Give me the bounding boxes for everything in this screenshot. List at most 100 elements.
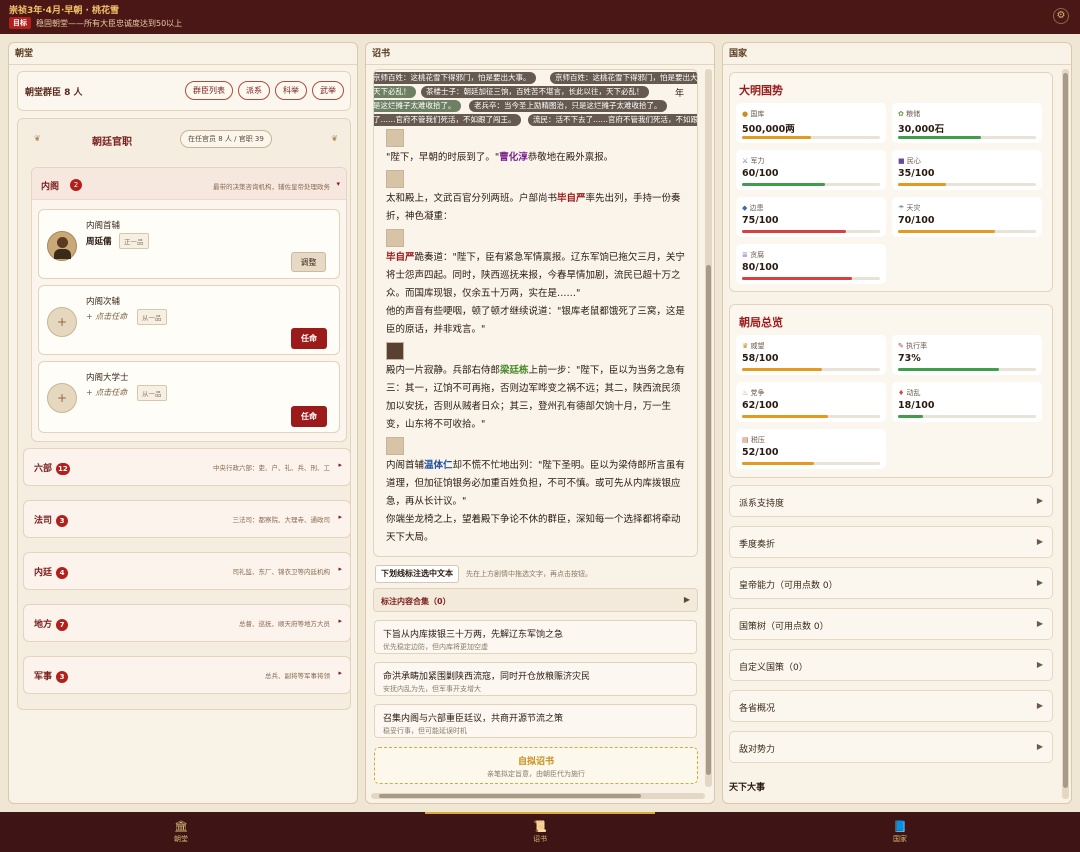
minister-list-button[interactable]: 群臣列表	[185, 81, 233, 100]
dept-fasi[interactable]: 法司 3 三法司：都察院、大理寺、通政司 ▸	[23, 500, 351, 538]
rank-badge: 正一品	[119, 233, 149, 249]
stat-label: ≣ 贪腐	[742, 251, 765, 259]
stat-unrest: ♦ 动乱 18/100	[892, 382, 1042, 422]
stat-value: 62/100	[742, 400, 779, 411]
accordion-custom-policy[interactable]: 自定义国策（0） ▶	[729, 649, 1053, 681]
dept-junshi[interactable]: 军事 3 总兵、副将等军事将领 ▸	[23, 656, 351, 694]
post-title: 内阁次辅	[86, 297, 121, 307]
dept-liubu[interactable]: 六部 12 中央行政六部：吏、户、礼、兵、刑、工 ▸	[23, 448, 351, 486]
stat-value: 18/100	[898, 400, 935, 411]
choice-sub: 安抚内乱为先，但军事开支增大	[383, 685, 481, 693]
edict-choice[interactable]: 下旨从内库拨银三十万两，先解辽东军饷之急 优先稳定边防，但内库将更加空虚	[374, 620, 697, 654]
expand-arrow-icon[interactable]: ▸	[338, 461, 342, 469]
horizontal-scrollbar[interactable]	[371, 793, 705, 799]
custom-edict-sub: 亲笔拟定旨意，由朝臣代为施行	[487, 770, 585, 778]
story-paragraph: 你端坐龙椅之上，望着殿下争论不休的群臣，深知每一个选择都将牵动天下大局。	[386, 514, 681, 543]
empty-avatar-plus-icon[interactable]: +	[47, 307, 77, 337]
accordion-emperor-ability[interactable]: 皇帝能力（可用点数 0） ▶	[729, 567, 1053, 599]
scrollbar-thumb[interactable]	[706, 265, 711, 775]
adjust-button[interactable]: 调整	[291, 252, 326, 272]
choice-main: 命洪承畴加紧围剿陕西流寇，同时开仓放粮赈济灾民	[383, 672, 591, 682]
expand-arrow-icon[interactable]: ▸	[338, 617, 342, 625]
story-card: 京师百姓：这桃花雪下得邪门，怕是要出大事。 京师百姓：这桃花雪下得邪门，怕是要出…	[373, 69, 698, 557]
dept-difang[interactable]: 地方 7 总督、巡抚、顺天府等地方大员 ▸	[23, 604, 351, 642]
portrait-icon	[386, 229, 404, 247]
character-name[interactable]: 毕自严	[557, 193, 586, 204]
scrollbar-thumb[interactable]	[379, 794, 641, 798]
scrollbar-thumb[interactable]	[1063, 73, 1068, 788]
appoint-link[interactable]: + 点击任命	[86, 387, 127, 398]
post-card-daxueshi: 内阁大学士 + + 点击任命 从一品 任命	[38, 361, 340, 433]
character-name[interactable]: 毕自严	[386, 252, 415, 263]
appoint-button[interactable]: 任命	[291, 406, 327, 427]
holder-name[interactable]: 周延儒	[86, 235, 112, 247]
stat-fill	[742, 277, 853, 280]
nav-nation[interactable]: 📘 国家	[870, 820, 930, 844]
stat-fill	[742, 230, 846, 233]
dept-neiting[interactable]: 内廷 4 司礼监、东厂、锦衣卫等内廷机构 ▸	[23, 552, 351, 590]
character-name[interactable]: 梁廷栋	[500, 365, 529, 376]
accordion-policy-tree[interactable]: 国策树（可用点数 0） ▶	[729, 608, 1053, 640]
character-name[interactable]: 曹化淳	[499, 152, 528, 163]
rank-badge: 从一品	[137, 309, 167, 325]
stat-bar	[742, 183, 880, 186]
annotation-collection-toggle[interactable]: 标注内容合集（0） ▶	[373, 588, 698, 612]
nav-edict[interactable]: 📜 诏书	[510, 820, 570, 844]
world-events-title: 天下大事	[729, 783, 766, 793]
accordion-quarterly-memorials[interactable]: 季度奏折 ▶	[729, 526, 1053, 558]
faction-button[interactable]: 派系	[238, 81, 270, 100]
edict-choice[interactable]: 命洪承畴加紧围剿陕西流寇，同时开仓放粮赈济灾民 安抚内乱为先，但军事开支增大	[374, 662, 697, 696]
gear-icon[interactable]: ⚙	[1053, 8, 1069, 24]
stat-value: 75/100	[742, 215, 779, 226]
custom-edict-button[interactable]: 自拟诏书 亲笔拟定旨意，由朝臣代为施行	[374, 747, 698, 784]
collapse-arrow-icon[interactable]: ▾	[336, 180, 340, 188]
accordion-enemy-forces[interactable]: 敌对势力 ▶	[729, 731, 1053, 763]
ornament-right-icon: ❦	[331, 134, 338, 143]
pin-icon: ✎	[898, 342, 904, 350]
court-panel-title: 朝堂	[9, 43, 357, 65]
annotation-collection-label: 标注内容合集（0）	[381, 597, 451, 606]
post-title: 内阁大学士	[86, 373, 129, 383]
stat-bar	[898, 368, 1036, 371]
stat-label: ♦ 动乱	[898, 389, 921, 397]
court-overview-title: 朝局总览	[739, 316, 783, 329]
appoint-button[interactable]: 任命	[291, 328, 327, 349]
accordion-faction-support[interactable]: 派系支持度 ▶	[729, 485, 1053, 517]
neige-count: 2	[70, 179, 82, 191]
nav-court[interactable]: 🏛 朝堂	[151, 820, 211, 844]
character-name[interactable]: 温体仁	[424, 460, 453, 471]
annotate-button[interactable]: 下划线标注选中文本	[375, 565, 459, 583]
stat-value: 500,000两	[742, 124, 795, 135]
exam-button[interactable]: 科举	[275, 81, 307, 100]
expand-arrow-icon[interactable]: ▸	[338, 669, 342, 677]
military-exam-button[interactable]: 武举	[312, 81, 344, 100]
stat-border-threat: ◆ 边患 75/100	[736, 197, 886, 237]
edict-choice[interactable]: 召集内阁与六部重臣廷议，共商开源节流之策 稳妥行事，但可能延误时机	[374, 704, 697, 738]
coin-icon: ●	[742, 110, 749, 118]
expand-arrow-icon[interactable]: ▸	[338, 513, 342, 521]
expand-arrow-icon: ▶	[1036, 619, 1043, 628]
expand-arrow-icon[interactable]: ▸	[338, 565, 342, 573]
stat-label: ✿ 粮储	[898, 110, 921, 118]
stat-label: ♨ 党争	[742, 389, 765, 397]
vertical-scrollbar[interactable]	[705, 69, 712, 787]
portrait-icon	[386, 170, 404, 188]
stat-fill	[898, 415, 923, 418]
story-paragraph: 他的声音有些哽咽，顿了顿才继续说道："银库老鼠都饿死了三窝，这是臣的原话，并非戏…	[386, 306, 685, 335]
stat-value: 30,000石	[898, 124, 945, 135]
stat-label: ♛ 威望	[742, 342, 765, 350]
rumor-ticker: 京师百姓：这桃花雪下得邪门，怕是要出大事。	[374, 72, 536, 84]
rumor-ticker: 流民：活不下去了……官府不管我们死活，不如跟	[528, 114, 697, 126]
expand-arrow-icon: ▶	[683, 595, 690, 604]
neige-header[interactable]: 内阁 2 最带的决策咨询机构，辅佐皇帝处理政务 ▾	[32, 168, 346, 200]
active-tab-indicator	[425, 812, 655, 814]
empty-avatar-plus-icon[interactable]: +	[47, 383, 77, 413]
dept-name: 内廷 4	[34, 565, 69, 579]
appoint-link[interactable]: + 点击任命	[86, 311, 127, 322]
accordion-provinces[interactable]: 各省概况 ▶	[729, 690, 1053, 722]
vertical-scrollbar[interactable]	[1062, 69, 1069, 799]
stat-label: ● 国库	[742, 110, 765, 118]
stat-value: 52/100	[742, 447, 779, 458]
avatar[interactable]	[47, 231, 77, 261]
swords-icon: ⚔	[742, 157, 749, 165]
